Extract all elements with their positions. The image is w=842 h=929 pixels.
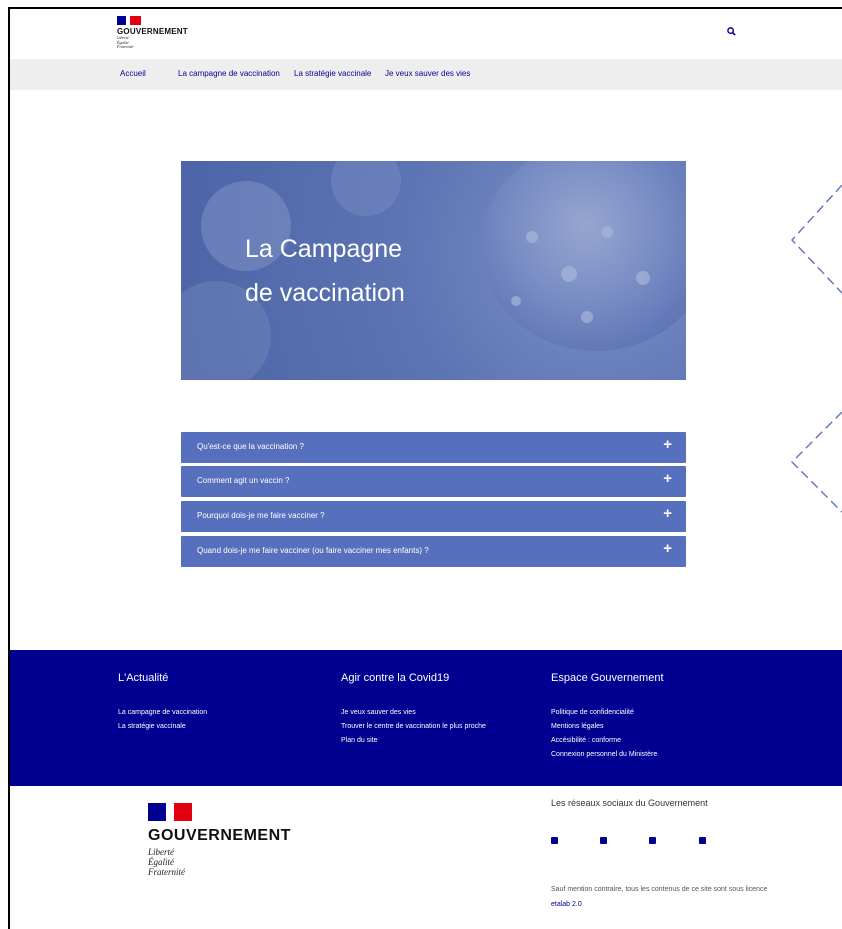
- social-title: Les réseaux sociaux du Gouvernement: [551, 798, 708, 808]
- license-text: Sauf mention contraire, tous les contenu…: [551, 886, 768, 893]
- footer-links: L'Actualité La campagne de vaccination L…: [10, 650, 842, 786]
- accordion-label: Comment agit un vaccin ?: [197, 476, 290, 485]
- motto-fraternite: Fraternité: [117, 44, 134, 49]
- footer-link[interactable]: Connexion personnel du Ministère: [551, 748, 664, 762]
- virus-spike: [561, 266, 577, 282]
- search-icon[interactable]: [725, 27, 737, 39]
- footer-column-gouvernement: Espace Gouvernement Politique de confide…: [551, 672, 664, 762]
- decorative-chevron: [791, 412, 842, 513]
- footer-column-title: L'Actualité: [118, 672, 169, 684]
- footer-link[interactable]: Trouver le centre de vaccination le plus…: [341, 720, 486, 734]
- logo-motto: Liberté Égalité Fraternité: [148, 847, 291, 877]
- motto-egalite: Égalité: [148, 857, 174, 867]
- twitter-icon[interactable]: [699, 837, 706, 844]
- logo-title: GOUVERNEMENT: [148, 827, 291, 844]
- main-nav: Accueil La campagne de vaccination La st…: [10, 59, 842, 90]
- plus-icon[interactable]: +: [663, 540, 672, 557]
- footer-link[interactable]: La campagne de vaccination: [118, 706, 207, 720]
- decorative-chevron: [791, 185, 842, 294]
- instagram-icon[interactable]: [600, 837, 607, 844]
- footer-column-title: Espace Gouvernement: [551, 672, 664, 684]
- accordion-item-vaccination[interactable]: Qu'est-ce que la vaccination ? +: [181, 432, 686, 463]
- footer-link[interactable]: Mentions légales: [551, 720, 664, 734]
- hero-banner: La Campagne de vaccination: [181, 161, 686, 380]
- accordion-item-pourquoi[interactable]: Pourquoi dois-je me faire vacciner ? +: [181, 501, 686, 532]
- virus-illustration: [481, 161, 686, 351]
- accordion-item-vaccin[interactable]: Comment agit un vaccin ? +: [181, 466, 686, 497]
- hero-title-line-2: de vaccination: [245, 279, 405, 307]
- footer-link[interactable]: La stratégie vaccinale: [118, 720, 207, 734]
- virus-background-image: [331, 161, 401, 216]
- virus-spike: [511, 296, 521, 306]
- motto-fraternite: Fraternité: [148, 867, 185, 877]
- flag-icon: [117, 16, 141, 25]
- virus-spike: [601, 226, 613, 238]
- accordion-label: Pourquoi dois-je me faire vacciner ?: [197, 511, 325, 520]
- facebook-icon[interactable]: [551, 837, 558, 844]
- footer-link[interactable]: Plan du site: [341, 734, 486, 748]
- flag-icon: [148, 803, 192, 821]
- accordion-label: Qu'est-ce que la vaccination ?: [197, 442, 304, 451]
- hero-title: La Campagne de vaccination: [245, 227, 405, 315]
- footer-link[interactable]: Je veux sauver des vies: [341, 706, 486, 720]
- hero-title-line-1: La Campagne: [245, 235, 403, 263]
- plus-icon[interactable]: +: [663, 470, 672, 487]
- footer-link[interactable]: Accésibilité : conforme: [551, 734, 664, 748]
- footer-bottom: GOUVERNEMENT Liberté Égalité Fraternité …: [10, 786, 842, 929]
- accordion-label: Quand dois-je me faire vacciner (ou fair…: [197, 546, 429, 555]
- nav-item-campagne[interactable]: La campagne de vaccination: [178, 69, 280, 78]
- footer-column-covid: Agir contre la Covid19 Je veux sauver de…: [341, 672, 486, 748]
- license-notice: Sauf mention contraire, tous les contenu…: [551, 882, 771, 912]
- plus-icon[interactable]: +: [663, 436, 672, 453]
- nav-item-sauver-vies[interactable]: Je veux sauver des vies: [385, 69, 470, 78]
- footer-link[interactable]: Politique de confidencialité: [551, 706, 664, 720]
- virus-spike: [636, 271, 650, 285]
- government-logo[interactable]: GOUVERNEMENT Liberté Égalité Fraternité: [117, 16, 188, 50]
- footer-column-title: Agir contre la Covid19: [341, 672, 450, 684]
- linkedin-icon[interactable]: [649, 837, 656, 844]
- motto-liberte: Liberté: [148, 847, 174, 857]
- government-logo-large[interactable]: GOUVERNEMENT Liberté Égalité Fraternité: [148, 803, 291, 877]
- accordion-item-quand[interactable]: Quand dois-je me faire vacciner (ou fair…: [181, 536, 686, 567]
- license-link[interactable]: etalab 2.0: [551, 901, 582, 908]
- virus-spike: [526, 231, 538, 243]
- logo-motto: Liberté Égalité Fraternité: [117, 35, 188, 50]
- nav-item-accueil[interactable]: Accueil: [120, 69, 146, 78]
- footer-column-actualite: L'Actualité La campagne de vaccination L…: [118, 672, 207, 734]
- site-header: GOUVERNEMENT Liberté Égalité Fraternité: [10, 9, 842, 59]
- plus-icon[interactable]: +: [663, 505, 672, 522]
- virus-spike: [581, 311, 593, 323]
- nav-item-strategie[interactable]: La stratégie vaccinale: [294, 69, 371, 78]
